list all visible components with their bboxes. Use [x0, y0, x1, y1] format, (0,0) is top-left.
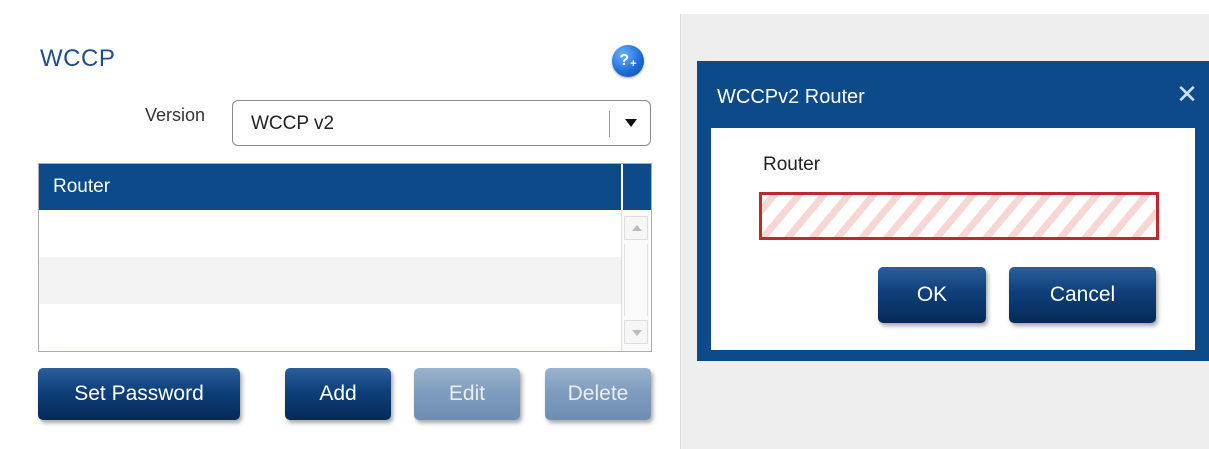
set-password-button[interactable]: Set Password: [38, 368, 240, 420]
dialog-title: WCCPv2 Router: [717, 86, 865, 108]
help-question-glyph: ?: [619, 52, 630, 69]
scroll-track[interactable]: [624, 244, 648, 316]
table-header-router[interactable]: Router: [39, 164, 621, 210]
version-select[interactable]: WCCP v2: [232, 100, 651, 146]
router-input[interactable]: [759, 192, 1159, 240]
chevron-down-icon[interactable]: [625, 119, 637, 127]
router-table: Router: [38, 163, 652, 352]
help-icon[interactable]: ? +: [612, 45, 644, 77]
router-field-label: Router: [763, 154, 821, 175]
table-row[interactable]: [39, 257, 621, 304]
scroll-down-icon[interactable]: [624, 320, 648, 344]
edit-button: Edit: [414, 368, 520, 420]
delete-button: Delete: [545, 368, 651, 420]
version-label: Version: [145, 105, 206, 125]
select-divider: [609, 111, 610, 137]
wccpv2-router-dialog: WCCPv2 Router ✕ Router OK Cancel: [697, 61, 1209, 361]
scroll-up-icon[interactable]: [624, 216, 648, 240]
wccp-panel: WCCP ? + Version WCCP v2 Router Set Passw…: [0, 0, 680, 449]
table-scrollbar[interactable]: [621, 210, 651, 351]
dialog-body: Router OK Cancel: [711, 128, 1195, 350]
help-plus-glyph: +: [630, 58, 637, 70]
cancel-button[interactable]: Cancel: [1009, 267, 1156, 323]
close-icon[interactable]: ✕: [1175, 81, 1199, 107]
table-row[interactable]: [39, 304, 621, 351]
panel-title: WCCP: [40, 45, 116, 72]
table-row[interactable]: [39, 210, 621, 257]
version-select-value: WCCP v2: [251, 113, 335, 134]
ok-button[interactable]: OK: [878, 267, 986, 323]
table-header-spacer: [621, 164, 651, 210]
add-button[interactable]: Add: [285, 368, 391, 420]
